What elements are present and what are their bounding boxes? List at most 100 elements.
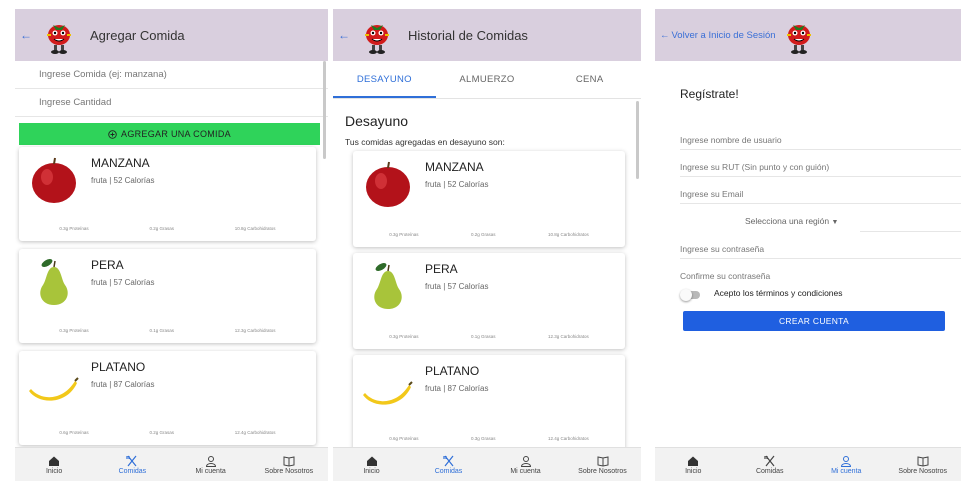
nav-nosotros[interactable]: Sobre Nosotros <box>885 448 961 481</box>
home-icon <box>49 456 60 466</box>
tab-almuerzo[interactable]: ALMUERZO <box>436 61 539 98</box>
utensils-icon <box>126 455 137 466</box>
divider <box>680 149 961 150</box>
home-icon <box>688 456 699 466</box>
back-to-login-link[interactable]: ← Volver a Inicio de Sesión <box>660 30 776 41</box>
region-select[interactable]: Selecciona una región ▼ <box>745 216 838 226</box>
nav-cuenta[interactable]: Mi cuenta <box>487 448 564 481</box>
back-to-login-label: Volver a Inicio de Sesión <box>671 29 776 41</box>
food-input[interactable]: Ingrese Comida (ej: manzana) <box>15 61 328 89</box>
app-header: ← Agregar Comida <box>15 9 328 61</box>
tomato-mascot-icon <box>47 25 71 54</box>
add-food-button[interactable]: AGREGAR UNA COMIDA <box>19 123 320 145</box>
terms-toggle[interactable] <box>680 289 700 301</box>
nav-label: Comidas <box>755 467 784 475</box>
section-title: Desayuno <box>345 113 409 129</box>
quantity-input[interactable]: Ingrese Cantidad <box>15 89 328 117</box>
food-card[interactable]: PERA fruta | 57 Calorías 0.3g Proteínas … <box>19 249 316 343</box>
user-icon <box>520 455 531 467</box>
nav-label: Sobre Nosotros <box>264 467 314 475</box>
divider <box>680 176 961 177</box>
food-card[interactable]: PLATANO fruta | 87 Calorías 0.6g Proteín… <box>353 355 625 451</box>
nav-comidas[interactable]: Comidas <box>93 448 171 481</box>
scrollbar[interactable] <box>323 61 326 159</box>
food-card[interactable]: PLATANO fruta | 87 Calorías 0.6g Proteín… <box>19 351 316 445</box>
caret-down-icon: ▼ <box>831 219 839 226</box>
nav-label: Mi cuenta <box>510 467 541 475</box>
nav-inicio[interactable]: Inicio <box>655 448 732 481</box>
nav-label: Inicio <box>685 467 702 475</box>
terms-label: Acepto los términos y condiciones <box>714 288 843 298</box>
plus-circle-icon <box>108 129 117 139</box>
food-name: PLATANO <box>91 360 146 374</box>
app-header: ← Historial de Comidas <box>333 9 641 61</box>
rut-input[interactable]: Ingrese su RUT (Sin punto y con guión) <box>680 162 829 172</box>
password-input[interactable]: Ingrese su contraseña <box>680 244 764 254</box>
macros-row: 0.3g Proteínas 0.1g Grasas 12.3g Carbohi… <box>353 334 625 339</box>
email-input[interactable]: Ingrese su Email <box>680 189 743 199</box>
section-subtitle: Tus comidas agregadas en desayuno son: <box>345 137 505 147</box>
home-icon <box>366 456 377 466</box>
nav-label: Mi cuenta <box>831 467 862 475</box>
nav-cuenta[interactable]: Mi cuenta <box>808 448 885 481</box>
bottom-nav: Inicio Comidas Mi cuenta Sobre Nosotros <box>333 447 641 481</box>
food-card[interactable]: MANZANA fruta | 52 Calorías 0.3g Proteín… <box>353 151 625 247</box>
nav-label: Inicio <box>45 467 63 475</box>
nav-comidas[interactable]: Comidas <box>732 448 809 481</box>
back-arrow-icon[interactable]: ← <box>20 28 34 42</box>
nav-comidas[interactable]: Comidas <box>410 448 487 481</box>
divider <box>680 203 961 204</box>
fat-value: 0.1g Grasas <box>470 334 496 339</box>
region-select-label: Selecciona una región <box>745 216 830 226</box>
nav-cuenta[interactable]: Mi cuenta <box>172 448 250 481</box>
username-input[interactable]: Ingrese nombre de usuario <box>680 135 782 145</box>
utensils-icon <box>442 455 453 466</box>
food-name: PERA <box>91 258 124 272</box>
macros-row: 0.3g Proteínas 0.1g Grasas 12.3g Carbohi… <box>19 328 316 333</box>
protein-value: 0.6g Proteínas <box>389 436 419 441</box>
food-calories: fruta | 57 Calorías <box>425 282 489 291</box>
tab-cena[interactable]: CENA <box>538 61 641 98</box>
divider <box>680 258 961 259</box>
protein-value: 0.3g Proteínas <box>59 226 89 231</box>
food-name: PLATANO <box>425 364 480 378</box>
nav-label: Comidas <box>118 467 147 475</box>
banana-icon <box>29 377 79 401</box>
user-icon <box>205 455 216 467</box>
protein-value: 0.3g Proteínas <box>59 328 89 333</box>
app-header: ← Volver a Inicio de Sesión <box>655 9 961 61</box>
page-title: Historial de Comidas <box>408 27 528 43</box>
fat-value: 0.3g Grasas <box>470 436 496 441</box>
nav-inicio[interactable]: Inicio <box>15 448 93 481</box>
food-calories: fruta | 52 Calorías <box>425 180 489 189</box>
register-title: Regístrate! <box>680 87 739 101</box>
page-title: Agregar Comida <box>90 27 185 43</box>
back-arrow-icon[interactable]: ← <box>338 28 352 42</box>
bottom-nav: Inicio Comidas Mi cuenta Sobre Nosotros <box>655 447 961 481</box>
nav-label: Sobre Nosotros <box>578 467 627 475</box>
macros-row: 0.6g Proteínas 0.3g Grasas 12.4g Carbohi… <box>353 436 625 441</box>
utensils-icon <box>764 455 775 466</box>
pear-icon <box>40 259 68 305</box>
nav-label: Inicio <box>363 467 380 475</box>
fat-value: 0.1g Grasas <box>149 328 174 333</box>
food-card[interactable]: MANZANA fruta | 52 Calorías 0.3g Proteín… <box>19 147 316 241</box>
scrollbar[interactable] <box>636 101 639 179</box>
tab-desayuno[interactable]: DESAYUNO <box>333 61 436 98</box>
carbs-value: 12.3g Carbohidratos <box>547 334 589 339</box>
create-account-button[interactable]: CREAR CUENTA <box>683 311 945 331</box>
bottom-nav: Inicio Comidas Mi cuenta Sobre Nosotros <box>15 447 328 481</box>
nav-label: Mi cuenta <box>195 467 226 475</box>
food-calories: fruta | 52 Calorías <box>91 176 155 185</box>
nav-label: Sobre Nosotros <box>898 467 948 475</box>
protein-value: 0.6g Proteínas <box>59 430 89 435</box>
food-card[interactable]: PERA fruta | 57 Calorías 0.3g Proteínas … <box>353 253 625 349</box>
macros-row: 0.6g Proteínas 0.2g Grasas 12.4g Carbohi… <box>19 430 316 435</box>
nav-nosotros[interactable]: Sobre Nosotros <box>250 448 328 481</box>
macros-row: 0.3g Proteínas 0.2g Grasas 10.8g Carbohi… <box>19 226 316 231</box>
nav-nosotros[interactable]: Sobre Nosotros <box>564 448 641 481</box>
food-name: MANZANA <box>91 156 150 170</box>
confirm-password-input[interactable]: Confirme su contraseña <box>680 271 770 281</box>
nav-inicio[interactable]: Inicio <box>333 448 410 481</box>
fat-value: 0.2g Grasas <box>470 232 496 237</box>
